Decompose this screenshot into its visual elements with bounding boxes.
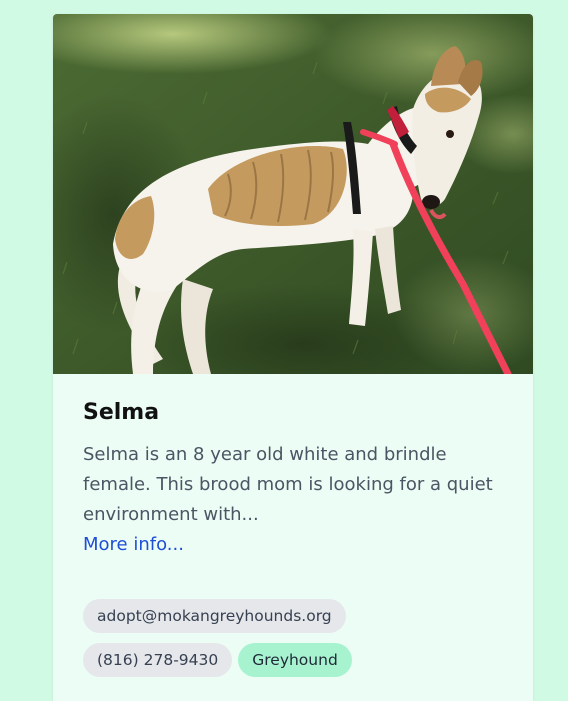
dog-card: Selma Selma is an 8 year old white and b… xyxy=(53,14,533,701)
more-info-link[interactable]: More info... xyxy=(83,530,184,560)
contact-tags: adopt@mokangreyhounds.org (816) 278-9430… xyxy=(83,599,523,687)
dog-description: Selma is an 8 year old white and brindle… xyxy=(83,444,493,525)
dog-name: Selma xyxy=(83,400,160,425)
dog-photo xyxy=(53,14,533,374)
phone-tag: (816) 278-9430 xyxy=(83,643,233,677)
card-content: Selma Selma is an 8 year old white and b… xyxy=(83,394,513,560)
email-tag: adopt@mokangreyhounds.org xyxy=(83,599,346,633)
breed-tag: Greyhound xyxy=(238,643,352,677)
